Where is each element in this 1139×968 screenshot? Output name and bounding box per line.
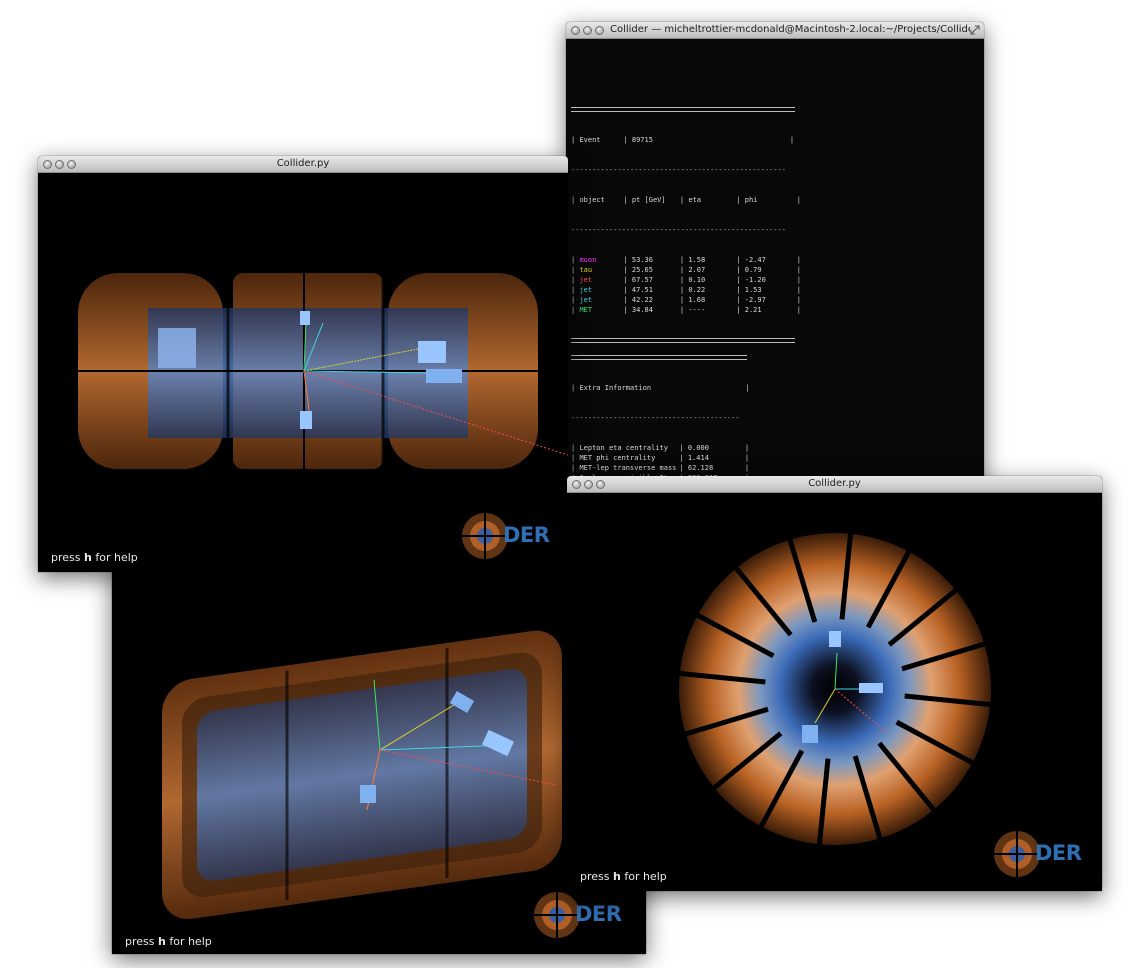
close-button[interactable]	[571, 26, 580, 35]
table-border	[571, 107, 795, 112]
extra-info-row: | MET phi centrality | 1.414 |	[571, 454, 750, 462]
object-row: | jet | 42.22 | 1.68 | -2.97 |	[571, 296, 801, 304]
table-divider: ----------------------------------------	[571, 414, 740, 422]
help-key: h	[158, 935, 166, 948]
extra-info-row: | Lepton eta centrality | 0.000 |	[571, 444, 750, 452]
extra-title-row: | Extra Information |	[571, 384, 750, 392]
table-header-row: | object | pt [GeV] | eta | phi |	[571, 196, 801, 204]
event-table: | Event | 89715 | ------------------------…	[571, 84, 801, 366]
collider-window-endcap: Collider.py press h for help DER	[567, 476, 1102, 891]
help-hint: press h for help	[125, 935, 212, 948]
window-controls	[571, 25, 607, 35]
object-row: | tau | 25.65 | 2.07 | 0.79 |	[571, 266, 801, 274]
zoom-button[interactable]	[67, 160, 76, 169]
collider-logo: DER	[460, 511, 560, 561]
extra-info-row: | MET-lep transverse mass | 62.128 |	[571, 464, 750, 472]
object-row: | muon | 53.36 | 1.58 | -2.47 |	[571, 256, 801, 264]
event-display-endcap[interactable]: press h for help DER	[567, 493, 1102, 891]
help-hint: press h for help	[51, 551, 138, 564]
close-button[interactable]	[43, 160, 52, 169]
calorimeter-oblique	[162, 630, 562, 920]
terminal-titlebar[interactable]: Collider — micheltrottier-mcdonald@Macin…	[566, 22, 984, 39]
window-controls	[572, 479, 608, 489]
collider-logo: DER	[532, 890, 632, 940]
event-row: | Event | 89715 |	[571, 136, 795, 144]
object-rows: | muon | 53.36 | 1.58 | -2.47 | | tau | 25.65 |…	[571, 255, 801, 315]
minimize-button[interactable]	[583, 26, 592, 35]
window1-titlebar[interactable]: Collider.py	[38, 156, 568, 173]
collider-logo: DER	[992, 829, 1092, 879]
terminal-body[interactable]: | Event | 89715 | ------------------------…	[566, 39, 984, 482]
minimize-button[interactable]	[584, 480, 593, 489]
help-key: h	[84, 551, 92, 564]
event-display-side[interactable]: press h for help DER	[38, 173, 568, 572]
collider-window-side: Collider.py press h for help DER	[38, 156, 568, 572]
zoom-button[interactable]	[596, 480, 605, 489]
fullscreen-icon[interactable]	[970, 25, 980, 35]
window1-title: Collider.py	[276, 158, 330, 169]
table-divider: ----------------------------------------…	[571, 226, 786, 234]
object-row: | jet | 47.51 | 0.22 | 1.53 |	[571, 286, 801, 294]
help-hint: press h for help	[580, 870, 667, 883]
logo-text: DER	[503, 523, 550, 547]
logo-text: DER	[575, 902, 622, 926]
logo-text: DER	[1035, 841, 1082, 865]
minimize-button[interactable]	[55, 160, 64, 169]
collider-window-oblique: press h for help DER	[112, 560, 646, 954]
extra-info-table: | Extra Information | -------------------…	[571, 332, 750, 482]
zoom-button[interactable]	[595, 26, 604, 35]
window-controls	[43, 159, 79, 169]
help-key: h	[613, 870, 621, 883]
terminal-title: Collider — micheltrottier-mcdonald@Macin…	[610, 24, 970, 35]
table-border	[571, 355, 747, 360]
close-button[interactable]	[572, 480, 581, 489]
object-row: | MET | 34.84 | ---- | 2.21 |	[571, 306, 801, 314]
table-divider: ----------------------------------------…	[571, 166, 786, 174]
event-display-oblique[interactable]: press h for help DER	[112, 560, 646, 954]
object-row: | jet | 67.57 | 0.10 | -1.20 |	[571, 276, 801, 284]
window3-title: Collider.py	[808, 478, 861, 489]
terminal-window: Collider — micheltrottier-mcdonald@Macin…	[566, 22, 984, 482]
window3-titlebar[interactable]: Collider.py	[567, 476, 1102, 493]
